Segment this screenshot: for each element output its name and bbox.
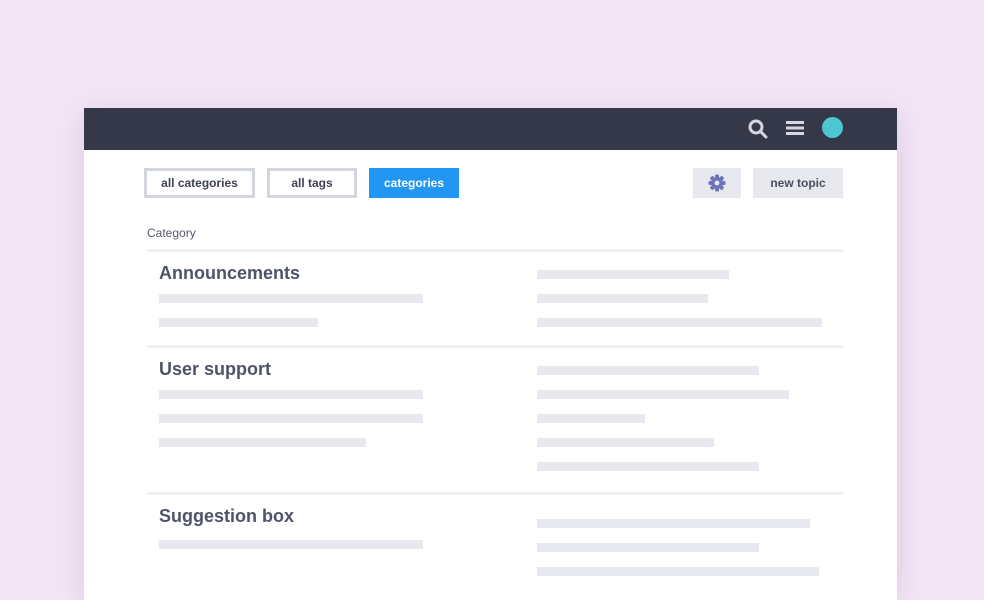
avatar[interactable] (822, 117, 843, 138)
latest-topic-placeholder (537, 294, 708, 303)
row-divider (147, 492, 843, 495)
latest-topic-placeholder (537, 366, 759, 375)
app-window: all categories all tags categories new t… (84, 108, 897, 600)
category-title-user-support[interactable]: User support (159, 359, 271, 380)
latest-topic-placeholder (537, 390, 789, 399)
description-placeholder (159, 414, 423, 423)
row-divider (147, 345, 843, 348)
description-placeholder (159, 540, 423, 549)
new-topic-button[interactable]: new topic (753, 168, 843, 198)
latest-topic-placeholder (537, 318, 822, 327)
latest-topic-placeholder (537, 414, 645, 423)
search-icon[interactable] (748, 119, 768, 139)
row-divider (147, 249, 843, 252)
all-categories-button[interactable]: all categories (144, 168, 255, 198)
menu-icon[interactable] (786, 120, 804, 136)
category-column-header: Category (147, 226, 196, 240)
latest-topic-placeholder (537, 270, 729, 279)
categories-button[interactable]: categories (369, 168, 459, 198)
top-navigation-bar (84, 108, 897, 150)
latest-topic-placeholder (537, 462, 759, 471)
gear-icon (708, 174, 726, 192)
latest-topic-placeholder (537, 519, 810, 528)
description-placeholder (159, 438, 366, 447)
settings-button[interactable] (693, 168, 741, 198)
category-title-suggestion-box[interactable]: Suggestion box (159, 506, 294, 527)
latest-topic-placeholder (537, 543, 759, 552)
description-placeholder (159, 294, 423, 303)
all-tags-button[interactable]: all tags (267, 168, 357, 198)
category-title-announcements[interactable]: Announcements (159, 263, 300, 284)
description-placeholder (159, 390, 423, 399)
latest-topic-placeholder (537, 438, 714, 447)
latest-topic-placeholder (537, 567, 819, 576)
description-placeholder (159, 318, 318, 327)
